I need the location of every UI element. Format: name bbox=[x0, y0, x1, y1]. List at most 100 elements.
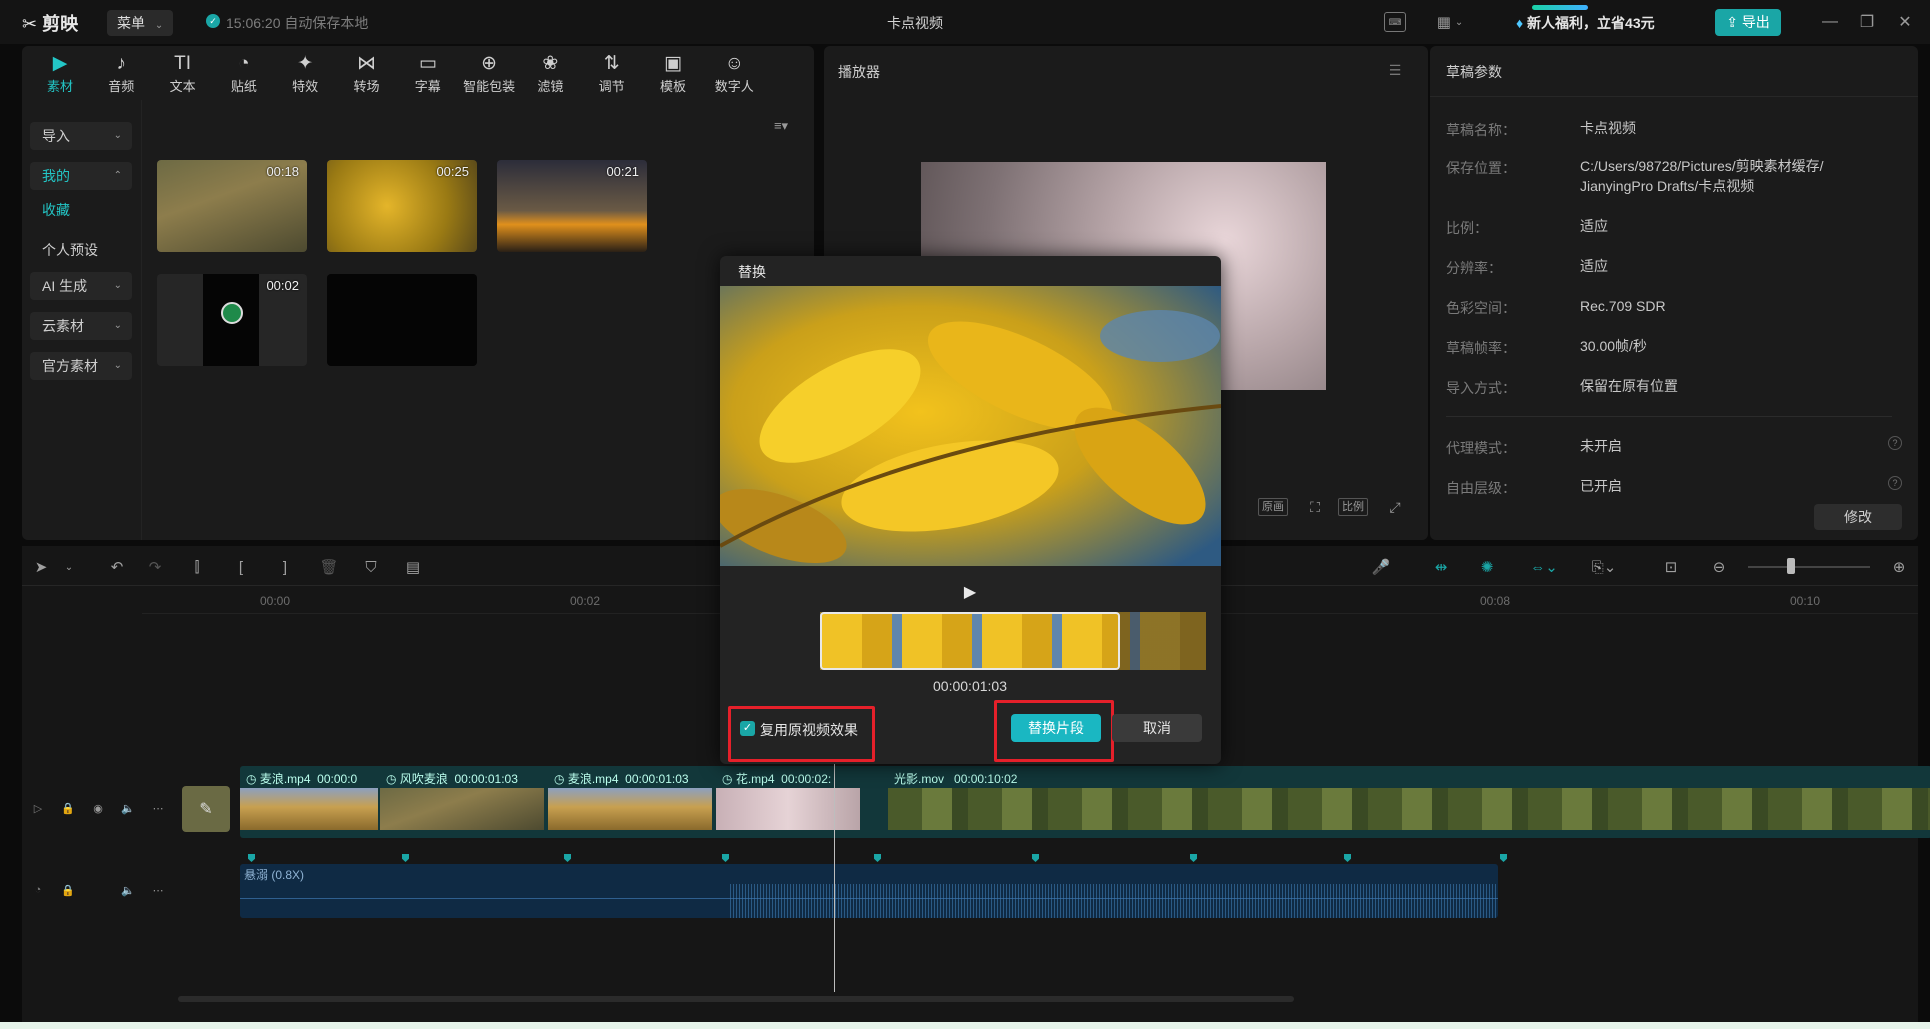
tab-8[interactable]: ❀ 滤镜 bbox=[520, 52, 580, 102]
beat-marker[interactable] bbox=[402, 854, 409, 862]
player-btn-ratio[interactable]: 比例 bbox=[1338, 498, 1368, 516]
export-button[interactable]: ⇪ 导出 bbox=[1715, 9, 1781, 36]
zoom-out-icon[interactable]: ⊖ bbox=[1708, 556, 1730, 578]
close-icon[interactable]: ✕ bbox=[1893, 10, 1917, 34]
player-btn-original[interactable]: 原画 bbox=[1258, 498, 1288, 516]
tab-3[interactable]: ◔ 贴纸 bbox=[214, 52, 274, 102]
sidebar-favorites[interactable]: 收藏 bbox=[42, 200, 70, 220]
speaker-icon[interactable]: 🔈 bbox=[120, 882, 136, 898]
zoom-in-icon[interactable]: ⊕ bbox=[1888, 556, 1910, 578]
beat-marker[interactable] bbox=[1344, 854, 1351, 862]
preview-axis-icon[interactable]: ⎘⌄ bbox=[1582, 556, 1626, 578]
beat-marker[interactable] bbox=[564, 854, 571, 862]
beat-marker[interactable] bbox=[248, 854, 255, 862]
media-thumb[interactable] bbox=[327, 274, 477, 366]
sidebar-import[interactable]: 导入 ⌄ bbox=[30, 122, 132, 150]
tab-icon: ▶ bbox=[52, 53, 68, 74]
minimize-icon[interactable]: — bbox=[1818, 10, 1842, 34]
modify-button[interactable]: 修改 bbox=[1814, 504, 1902, 530]
eye-icon[interactable]: ◉ bbox=[90, 800, 106, 816]
sidebar-ai[interactable]: AI 生成 ⌄ bbox=[30, 272, 132, 300]
more-icon[interactable]: ⋯ bbox=[150, 800, 166, 816]
tab-4[interactable]: ✦ 特效 bbox=[275, 52, 335, 102]
help-icon[interactable]: ? bbox=[1888, 476, 1902, 490]
clip-thumb[interactable] bbox=[548, 788, 712, 830]
clip-thumb[interactable] bbox=[888, 788, 1930, 830]
tab-9[interactable]: ⇅ 调节 bbox=[582, 52, 642, 102]
selection-frame[interactable] bbox=[820, 612, 1120, 670]
draft-param-value: 适应 bbox=[1580, 218, 1608, 234]
chevron-up-icon: ⌃ bbox=[113, 170, 122, 181]
video-track: ◷ 麦浪.mp4 00:00:0 ◷ 风吹麦浪 00:00:01:03 ◷ 麦浪… bbox=[240, 766, 1930, 838]
chevron-down-icon[interactable]: ⌄ bbox=[58, 556, 80, 578]
sort-filter-icon[interactable]: ≡▾ bbox=[764, 116, 798, 136]
sidebar-cloud[interactable]: 云素材 ⌄ bbox=[30, 312, 132, 340]
clip-thumb[interactable] bbox=[240, 788, 378, 830]
microphone-icon[interactable]: 🎤 bbox=[1370, 556, 1392, 578]
timeline-scrollbar[interactable] bbox=[178, 996, 1294, 1002]
zoom-slider-handle[interactable] bbox=[1787, 558, 1795, 574]
marker-icon[interactable]: ⛉ bbox=[360, 556, 382, 578]
select-tool-icon[interactable]: ➤ bbox=[30, 556, 52, 578]
media-thumb[interactable]: 00:02 bbox=[157, 274, 307, 366]
sidebar-mine[interactable]: 我的 ⌃ bbox=[30, 162, 132, 190]
playhead[interactable] bbox=[834, 738, 835, 992]
link-tracks-icon[interactable]: ⇹ bbox=[1426, 556, 1456, 578]
screenshot-icon[interactable]: ⛶ bbox=[1304, 497, 1326, 517]
fit-icon[interactable]: ⊡ bbox=[1660, 556, 1682, 578]
snap-icon[interactable]: ✺ bbox=[1472, 556, 1502, 578]
tab-10[interactable]: ▣ 模板 bbox=[643, 52, 703, 102]
dialog-title: 替换 bbox=[738, 264, 766, 280]
caption-icon[interactable]: ▤ bbox=[402, 556, 424, 578]
tab-1[interactable]: ♪ 音频 bbox=[91, 52, 151, 102]
clip-thumb[interactable] bbox=[380, 788, 544, 830]
tab-6[interactable]: ▭ 字幕 bbox=[398, 52, 458, 102]
lock-icon[interactable]: 🔒 bbox=[60, 882, 76, 898]
media-thumb[interactable]: 00:18 bbox=[157, 160, 307, 252]
shortcut-icon[interactable]: ⌨ bbox=[1384, 12, 1406, 32]
audio-track[interactable]: 悬溺 (0.8X) bbox=[240, 864, 1498, 918]
media-thumb[interactable]: 00:21 bbox=[497, 160, 647, 252]
tab-7[interactable]: ⊕ 智能包装 bbox=[459, 52, 519, 102]
more-icon[interactable]: ⋯ bbox=[150, 882, 166, 898]
zoom-slider[interactable] bbox=[1748, 566, 1870, 568]
beat-marker[interactable] bbox=[874, 854, 881, 862]
clip-thumb[interactable] bbox=[716, 788, 860, 830]
tab-2[interactable]: TI 文本 bbox=[153, 52, 213, 102]
sidebar-official[interactable]: 官方素材 ⌄ bbox=[30, 352, 132, 380]
player-title: 播放器 bbox=[838, 64, 880, 80]
tab-5[interactable]: ⋈ 转场 bbox=[337, 52, 397, 102]
trim-left-icon[interactable]: [ bbox=[230, 556, 252, 578]
lock-icon[interactable]: 🔒 bbox=[60, 800, 76, 816]
draft-param-label: 代理模式： bbox=[1446, 440, 1516, 456]
menu-button[interactable]: 菜单 ⌄ bbox=[107, 10, 173, 36]
linkage-icon[interactable]: ⇔⌄ bbox=[1522, 556, 1566, 578]
dialog-preview bbox=[720, 286, 1221, 566]
fullscreen-icon[interactable]: ⤢ bbox=[1384, 497, 1406, 517]
tab-11[interactable]: ☺ 数字人 bbox=[704, 52, 764, 102]
media-thumb[interactable]: 00:25 bbox=[327, 160, 477, 252]
tab-0[interactable]: ▶ 素材 bbox=[30, 52, 90, 102]
split-icon[interactable]: ⫿ bbox=[186, 556, 208, 578]
replace-clip-button[interactable]: 替换片段 bbox=[1011, 714, 1101, 742]
play-icon[interactable]: ▶ bbox=[958, 580, 982, 604]
sidebar-presets[interactable]: 个人预设 bbox=[42, 240, 98, 260]
beat-marker[interactable] bbox=[1500, 854, 1507, 862]
menu-icon[interactable]: ☰ bbox=[1384, 60, 1406, 80]
cover-edit-icon[interactable]: ✎ bbox=[182, 786, 230, 832]
undo-icon[interactable]: ↶ bbox=[106, 556, 128, 578]
beat-marker[interactable] bbox=[1032, 854, 1039, 862]
cancel-button[interactable]: 取消 bbox=[1112, 714, 1202, 742]
draft-param-label: 比例： bbox=[1446, 220, 1488, 236]
trim-right-icon[interactable]: ] bbox=[274, 556, 296, 578]
speaker-icon[interactable]: 🔈 bbox=[120, 800, 136, 816]
layout-icon[interactable]: ▦ ⌄ bbox=[1430, 11, 1470, 33]
reuse-effects-label[interactable]: 复用原视频效果 bbox=[760, 720, 858, 740]
beat-marker[interactable] bbox=[722, 854, 729, 862]
draft-param-label: 导入方式： bbox=[1446, 380, 1516, 396]
help-icon[interactable]: ? bbox=[1888, 436, 1902, 450]
promo-banner[interactable]: ♦ 新人福利，立省43元 bbox=[1516, 13, 1655, 33]
restore-icon[interactable]: ❐ bbox=[1855, 10, 1879, 34]
reuse-effects-checkbox[interactable]: ✓ bbox=[740, 721, 755, 736]
beat-marker[interactable] bbox=[1190, 854, 1197, 862]
